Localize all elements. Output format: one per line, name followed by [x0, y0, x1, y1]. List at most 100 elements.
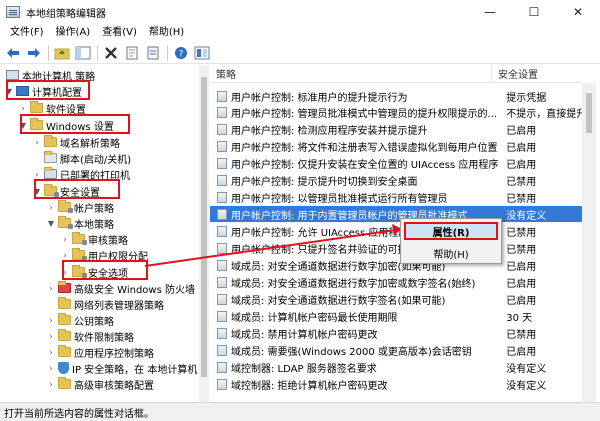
- table-row[interactable]: 域成员: 需要强(Windows 2000 或更高版本)会话密钥 已启用: [210, 342, 582, 358]
- collapse-arrow-icon[interactable]: ›: [46, 316, 56, 325]
- highlight-windows-settings: [20, 114, 130, 134]
- table-row[interactable]: 用户帐户控制: 仅提升安装在安全位置的 UIAccess 应用程序 已启用: [210, 155, 582, 171]
- table-row[interactable]: 用户帐户控制: 检测应用程序安装并提示提升 已启用: [210, 121, 582, 137]
- policy-icon: [217, 327, 227, 339]
- policy-icon: [217, 140, 227, 152]
- table-row[interactable]: 域成员: 禁用计算机帐户密码更改 已禁用: [210, 325, 582, 341]
- table-row[interactable]: 域成员: 对安全通道数据进行数字加密(如果可能) 已启用: [210, 257, 582, 273]
- table-row-selected[interactable]: 用户帐户控制: 用于内置管理员帐户的管理员批准模式 没有定义: [210, 206, 582, 222]
- security-folder-icon: [58, 216, 73, 229]
- table-row[interactable]: 用户帐户控制: 提示提升时切换到安全桌面 已禁用: [210, 172, 582, 188]
- window-title: 本地组策略编辑器: [26, 8, 106, 20]
- policy-editor-icon: [6, 6, 20, 18]
- menu-view[interactable]: 查看(V): [96, 24, 143, 42]
- collapse-arrow-icon[interactable]: ›: [32, 138, 42, 147]
- menu-bar: 文件(F) 操作(A) 查看(V) 帮助(H): [0, 24, 600, 42]
- column-header-setting[interactable]: 安全设置: [492, 65, 582, 83]
- highlight-computer-config: [6, 80, 90, 100]
- policy-icon: [217, 225, 227, 237]
- collapse-arrow-icon[interactable]: ›: [46, 348, 56, 357]
- policy-icon: [217, 106, 227, 118]
- policy-icon: [217, 344, 227, 356]
- title-bar: 本地组策略编辑器 — ☐ ✕: [0, 0, 600, 24]
- policy-icon: [217, 157, 227, 169]
- printer-icon: [44, 167, 57, 179]
- table-row[interactable]: 域控制器: LDAP 服务器签名要求 没有定义: [210, 359, 582, 375]
- tree-item-software-restriction[interactable]: › 软件限制策略: [46, 328, 134, 344]
- tree-item-audit-policy[interactable]: › 审核策略: [60, 231, 128, 247]
- table-row[interactable]: 用户帐户控制: 管理员批准模式中管理员的提升权限提示的... 不提示，直接提升: [210, 104, 582, 120]
- tree-pane: 本地计算机 策略 ▼ 计算机配置 › 软件设置 ▼ Windows 设置 › 域…: [0, 65, 209, 402]
- folder-icon: [58, 377, 71, 389]
- collapse-arrow-icon[interactable]: ›: [46, 203, 56, 212]
- tree-item-local-policies[interactable]: ▼ 本地策略: [46, 215, 114, 231]
- tree-scrollbar[interactable]: [199, 65, 209, 402]
- table-row[interactable]: 域成员: 对安全通道数据进行数字签名(如果可能) 已启用: [210, 291, 582, 307]
- table-row[interactable]: 用户帐户控制: 只提升签名并验证的可执行文件 已禁用: [210, 240, 582, 256]
- policy-icon: [217, 90, 227, 102]
- collapse-arrow-icon[interactable]: ›: [46, 332, 56, 341]
- folder-icon: [30, 101, 43, 113]
- folder-icon: [58, 297, 71, 309]
- view-icon[interactable]: [193, 44, 211, 62]
- policy-icon: [217, 310, 227, 322]
- ip-security-icon: [58, 362, 69, 374]
- context-menu: 属性(R) 帮助(H): [400, 218, 502, 264]
- table-row[interactable]: 域成员: 对安全通道数据进行数字加密或数字签名(始终) 已启用: [210, 274, 582, 290]
- column-header-policy[interactable]: 策略: [210, 65, 492, 83]
- collapse-arrow-icon[interactable]: ›: [18, 104, 28, 113]
- list-scrollbar[interactable]: [582, 83, 596, 402]
- collapse-arrow-icon[interactable]: ›: [46, 284, 56, 293]
- collapse-arrow-icon[interactable]: ›: [46, 380, 56, 389]
- delete-icon[interactable]: [102, 44, 120, 62]
- maximize-button[interactable]: ☐: [512, 0, 556, 24]
- security-folder-icon: [72, 248, 87, 261]
- security-folder-icon: [58, 200, 73, 213]
- help-icon[interactable]: ?: [172, 44, 190, 62]
- menu-file[interactable]: 文件(F): [4, 24, 50, 42]
- forward-arrow-icon[interactable]: [25, 44, 43, 62]
- tree-item-network-list[interactable]: 网络列表管理器策略: [56, 296, 164, 312]
- context-menu-help[interactable]: 帮助(H): [404, 244, 498, 262]
- folder-icon: [58, 345, 71, 357]
- tree-item-account-policies[interactable]: › 帐户策略: [46, 199, 114, 215]
- export-list-icon[interactable]: [144, 44, 162, 62]
- tree-item-scripts[interactable]: 脚本(启动/关机): [42, 150, 131, 166]
- menu-action[interactable]: 操作(A): [50, 24, 97, 42]
- policy-icon: [217, 174, 227, 186]
- folder-icon: [58, 329, 71, 341]
- tree-item-public-key[interactable]: › 公钥策略: [46, 312, 114, 328]
- table-row[interactable]: 域控制器: 拒绝计算机帐户密码更改 没有定义: [210, 376, 582, 392]
- tree-item-advanced-audit[interactable]: › 高级审核策略配置: [46, 376, 154, 392]
- tree-item-ip-security[interactable]: › IP 安全策略，在 本地计算机: [46, 360, 197, 376]
- context-menu-properties[interactable]: 属性(R): [404, 222, 498, 240]
- table-row[interactable]: 用户帐户控制: 允许 UIAccess 应用程序在不使用安全桌面... 已禁用: [210, 223, 582, 239]
- tree-item-app-control[interactable]: › 应用程序控制策略: [46, 344, 154, 360]
- tree-item-advanced-firewall[interactable]: › 高级安全 Windows 防火墙: [46, 280, 195, 296]
- collapse-arrow-icon[interactable]: ›: [60, 251, 70, 260]
- policy-icon: [217, 378, 227, 390]
- close-button[interactable]: ✕: [556, 0, 600, 24]
- collapse-arrow-icon[interactable]: ›: [32, 170, 42, 179]
- up-folder-icon[interactable]: [53, 44, 71, 62]
- table-row[interactable]: 用户帐户控制: 将文件和注册表写入错误虚拟化到每用户位置 已启用: [210, 138, 582, 154]
- policy-icon: [217, 191, 227, 203]
- table-row[interactable]: 用户帐户控制: 标准用户的提升提示行为 提示凭据: [210, 88, 582, 104]
- table-row[interactable]: 用户帐户控制: 以管理员批准模式运行所有管理员 已禁用: [210, 189, 582, 205]
- collapse-arrow-icon[interactable]: ›: [60, 235, 70, 244]
- collapse-arrow-icon[interactable]: ›: [46, 364, 56, 373]
- menu-help[interactable]: 帮助(H): [143, 24, 190, 42]
- toolbar: ?: [0, 42, 600, 64]
- tree-item-dns-policy[interactable]: › 域名解析策略: [32, 134, 120, 150]
- firewall-icon: [58, 281, 71, 293]
- policy-icon: [217, 123, 227, 135]
- show-hide-tree-icon[interactable]: [74, 44, 92, 62]
- properties-icon[interactable]: [123, 44, 141, 62]
- policy-icon: [217, 276, 227, 288]
- policy-icon: [217, 293, 227, 305]
- back-arrow-icon[interactable]: [4, 44, 22, 62]
- table-row[interactable]: 域成员: 计算机帐户密码最长使用期限 30 天: [210, 308, 582, 324]
- expand-arrow-icon[interactable]: ▼: [46, 219, 56, 228]
- minimize-button[interactable]: —: [468, 0, 512, 24]
- highlight-security-options: [62, 260, 148, 280]
